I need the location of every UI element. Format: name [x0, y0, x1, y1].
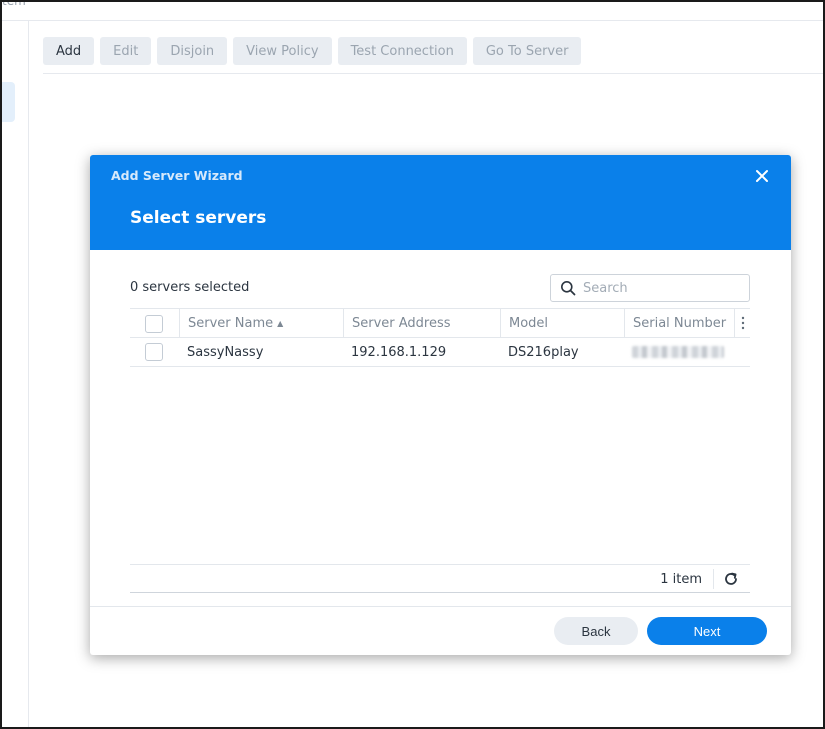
cell-server-name: SassyNassy — [187, 344, 264, 360]
sidebar-active-tab[interactable] — [2, 82, 15, 122]
select-all-cell — [145, 309, 178, 338]
column-server-address-label: Server Address — [352, 316, 451, 331]
toolbar: Add Edit Disjoin View Policy Test Connec… — [43, 37, 582, 65]
top-bar: tem — [2, 2, 823, 21]
close-icon[interactable] — [753, 167, 771, 185]
column-serial-number-label: Serial Number — [633, 316, 727, 331]
search-input[interactable] — [583, 278, 743, 298]
column-model[interactable]: Model — [500, 309, 624, 338]
sidebar-divider — [28, 21, 29, 727]
row-checkbox[interactable] — [145, 343, 163, 361]
toolbar-divider — [43, 73, 823, 74]
column-server-name[interactable]: Server Name ▲ — [179, 309, 343, 338]
disjoin-button[interactable]: Disjoin — [157, 37, 228, 65]
column-menu[interactable] — [734, 309, 750, 338]
next-button[interactable]: Next — [647, 617, 767, 645]
wizard-title: Add Server Wizard — [111, 168, 243, 183]
table-bottom-line — [130, 592, 750, 593]
select-all-checkbox[interactable] — [145, 314, 163, 333]
cell-serial-number — [624, 338, 724, 366]
table-row[interactable]: SassyNassy 192.168.1.129 DS216play — [130, 338, 750, 367]
servers-table: Server Name ▲ Server Address Model Seria… — [130, 308, 750, 367]
table-header: Server Name ▲ Server Address Model Seria… — [130, 308, 750, 338]
top-bar-text: tem — [2, 0, 26, 8]
column-model-label: Model — [509, 316, 549, 331]
column-server-name-label: Server Name — [188, 316, 274, 331]
cell-model: DS216play — [508, 344, 579, 360]
more-vertical-icon — [741, 316, 745, 330]
column-server-address[interactable]: Server Address — [343, 309, 500, 338]
view-policy-button[interactable]: View Policy — [233, 37, 332, 65]
dialog-footer-divider — [90, 606, 791, 607]
search-box[interactable] — [550, 274, 750, 302]
footer-separator — [713, 569, 714, 589]
selected-count: 0 servers selected — [130, 280, 250, 295]
cell-server-address: 192.168.1.129 — [351, 344, 447, 360]
back-button[interactable]: Back — [554, 617, 638, 645]
add-server-wizard-dialog: Add Server Wizard Select servers 0 serve… — [90, 155, 791, 655]
wizard-header: Add Server Wizard Select servers — [90, 155, 791, 250]
table-footer-divider — [130, 564, 750, 565]
refresh-icon[interactable] — [723, 571, 739, 587]
search-icon — [561, 281, 576, 296]
add-button[interactable]: Add — [43, 37, 95, 65]
serial-number-redacted — [632, 346, 724, 358]
item-count: 1 item — [660, 572, 702, 587]
row-select-cell — [145, 338, 163, 366]
edit-button[interactable]: Edit — [100, 37, 152, 65]
test-connection-button[interactable]: Test Connection — [337, 37, 467, 65]
step-title: Select servers — [130, 208, 267, 228]
go-to-server-button[interactable]: Go To Server — [472, 37, 582, 65]
sort-ascending-icon: ▲ — [277, 319, 284, 328]
column-serial-number[interactable]: Serial Number — [624, 309, 734, 338]
